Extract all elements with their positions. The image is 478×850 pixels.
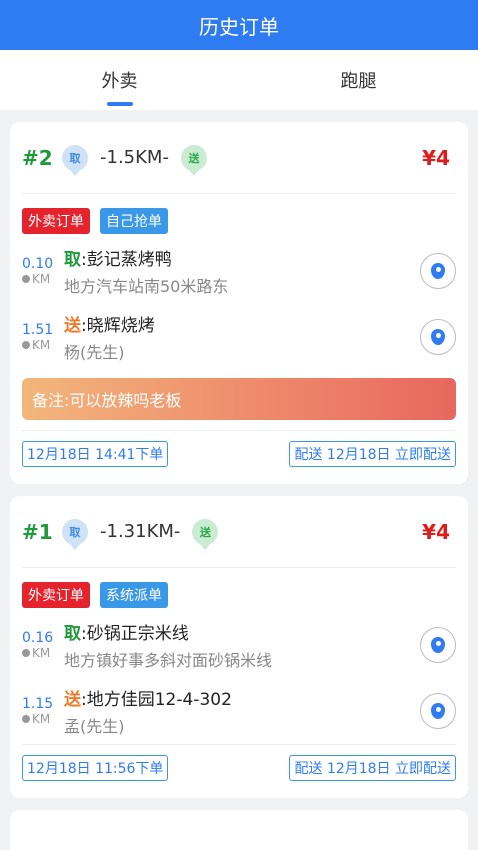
order-source-tag: 系统派单 xyxy=(100,582,168,608)
map-pin-icon xyxy=(431,703,445,719)
order-header: #1 取 -1.31KM- 送 ¥4 xyxy=(22,496,456,568)
order-note: 备注:可以放辣吗老板 xyxy=(22,378,456,420)
order-list: #2 取 -1.5KM- 送 ¥4 外卖订单 自己抢单 0.10 KM 取:彭记… xyxy=(10,122,468,850)
navigate-deliver-button[interactable] xyxy=(420,319,456,355)
tab-errand[interactable]: 跑腿 xyxy=(239,50,478,110)
route-distance: -1.31KM- xyxy=(100,521,181,542)
pickup-km-value: 0.10 xyxy=(22,256,54,272)
map-pin-icon xyxy=(431,263,445,279)
pickup-address-row: 0.10 KM 取:彭记蒸烤鸭 地方汽车站南50米路东 xyxy=(22,238,456,304)
navigate-deliver-button[interactable] xyxy=(420,693,456,729)
location-dot-icon xyxy=(22,715,30,723)
pickup-km-unit: KM xyxy=(22,272,64,286)
pickup-address: 地方汽车站南50米路东 xyxy=(64,277,229,296)
pickup-pin-icon: 取 xyxy=(62,144,88,176)
deliver-destination: 送:地方佳园12-4-302 xyxy=(64,690,232,710)
order-time: 12月18日 11:56下单 xyxy=(22,754,169,781)
order-footer: 12月18日 14:41下单 配送 12月18日 立即配送 xyxy=(22,430,456,476)
location-dot-icon xyxy=(22,341,30,349)
deliver-address-row: 1.51 KM 送:晓辉烧烤 杨(先生) xyxy=(22,304,456,370)
deliver-km-unit: KM xyxy=(22,712,64,726)
deliver-km-value: 1.51 xyxy=(22,322,54,338)
order-number: #1 xyxy=(22,519,53,544)
tab-takeout[interactable]: 外卖 xyxy=(0,50,239,110)
order-price: ¥4 xyxy=(422,145,450,170)
deliver-destination: 送:晓辉烧烤 xyxy=(64,316,155,336)
deliver-contact: 杨(先生) xyxy=(64,343,125,362)
order-card[interactable]: #1 取 -1.31KM- 送 ¥4 外卖订单 系统派单 0.16 KM 取:砂… xyxy=(10,496,468,798)
navigate-pickup-button[interactable] xyxy=(420,253,456,289)
order-card[interactable]: #2 取 -1.5KM- 送 ¥4 外卖订单 自己抢单 0.10 KM 取:彭记… xyxy=(10,122,468,484)
pickup-pin-icon: 取 xyxy=(62,518,88,550)
order-time: 12月18日 14:41下单 xyxy=(22,440,169,467)
map-pin-icon xyxy=(431,329,445,345)
order-header: #2 取 -1.5KM- 送 ¥4 xyxy=(22,122,456,194)
tab-bar: 外卖 跑腿 xyxy=(0,50,478,110)
page-title: 历史订单 xyxy=(0,0,478,50)
order-footer: 12月18日 11:56下单 配送 12月18日 立即配送 xyxy=(22,744,456,790)
location-dot-icon xyxy=(22,275,30,283)
order-number: #2 xyxy=(22,145,53,170)
deliver-pin-icon: 送 xyxy=(192,518,219,550)
deliver-contact: 孟(先生) xyxy=(64,717,125,736)
pickup-address: 地方镇好事多斜对面砂锅米线 xyxy=(64,651,273,670)
delivery-time: 配送 12月18日 立即配送 xyxy=(289,440,456,467)
order-card-partial[interactable] xyxy=(10,810,468,850)
order-tags: 外卖订单 自己抢单 xyxy=(22,194,456,238)
pickup-store-name: 取:彭记蒸烤鸭 xyxy=(64,250,172,270)
pickup-km-value: 0.16 xyxy=(22,630,54,646)
order-tags: 外卖订单 系统派单 xyxy=(22,568,456,612)
order-type-tag: 外卖订单 xyxy=(22,208,90,234)
delivery-time: 配送 12月18日 立即配送 xyxy=(289,754,456,781)
location-dot-icon xyxy=(22,649,30,657)
order-price: ¥4 xyxy=(422,519,450,544)
map-pin-icon xyxy=(431,637,445,653)
order-type-tag: 外卖订单 xyxy=(22,582,90,608)
route-distance: -1.5KM- xyxy=(100,147,169,168)
deliver-pin-icon: 送 xyxy=(180,144,207,176)
order-source-tag: 自己抢单 xyxy=(100,208,168,234)
pickup-address-row: 0.16 KM 取:砂锅正宗米线 地方镇好事多斜对面砂锅米线 xyxy=(22,612,456,678)
deliver-address-row: 1.15 KM 送:地方佳园12-4-302 孟(先生) xyxy=(22,678,456,744)
navigate-pickup-button[interactable] xyxy=(420,627,456,663)
pickup-store-name: 取:砂锅正宗米线 xyxy=(64,624,189,644)
pickup-km-unit: KM xyxy=(22,646,64,660)
deliver-km-unit: KM xyxy=(22,338,64,352)
deliver-km-value: 1.15 xyxy=(22,696,54,712)
